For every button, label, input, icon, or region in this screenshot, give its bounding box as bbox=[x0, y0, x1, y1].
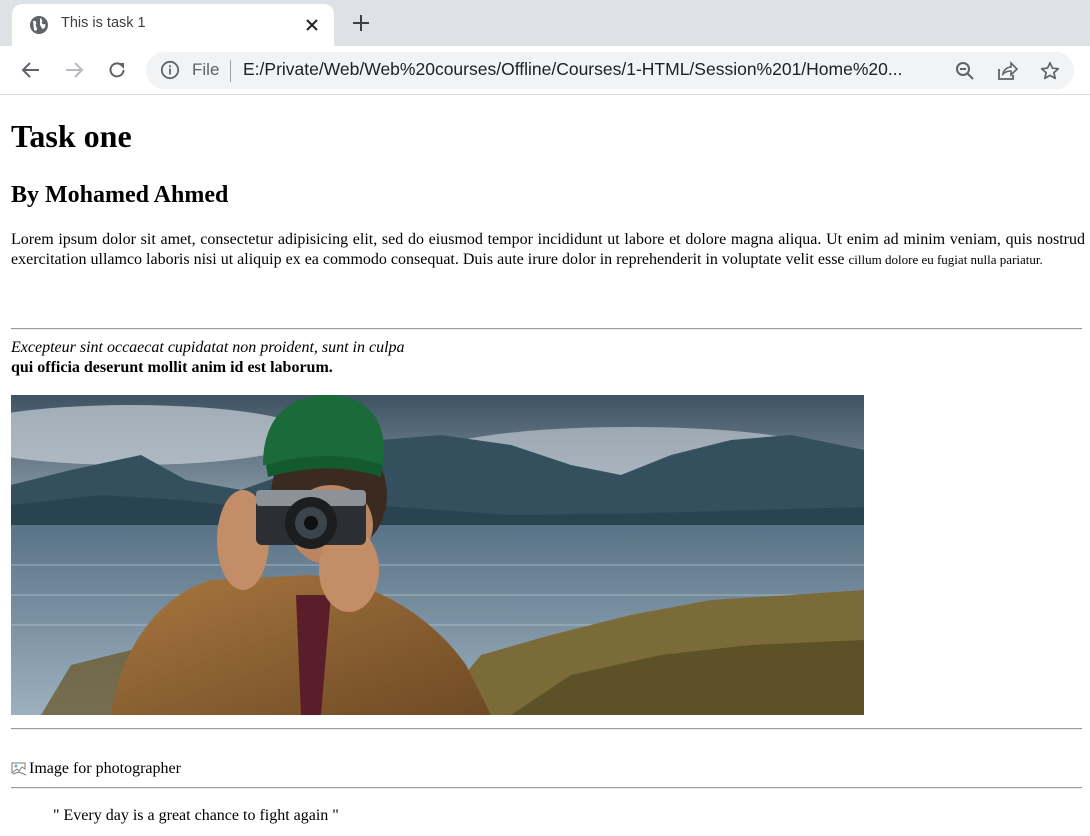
page-heading: Task one bbox=[11, 118, 132, 154]
italic-text: Excepteur sint occaecat cupidatat non pr… bbox=[11, 339, 405, 356]
broken-image: Image for photographer bbox=[11, 760, 181, 778]
share-icon[interactable] bbox=[995, 59, 1019, 83]
globe-icon bbox=[29, 15, 49, 35]
photographer-image bbox=[11, 395, 864, 715]
horizontal-rule bbox=[11, 328, 1082, 330]
url-text[interactable]: E:/Private/Web/Web%20courses/Offline/Cou… bbox=[243, 59, 939, 80]
back-icon[interactable] bbox=[19, 58, 43, 82]
horizontal-rule bbox=[11, 787, 1082, 789]
plus-icon[interactable] bbox=[349, 11, 373, 35]
horizontal-rule bbox=[11, 728, 1082, 730]
page-content: Task one By Mohamed Ahmed Lorem ipsum do… bbox=[0, 96, 1090, 836]
broken-image-icon bbox=[11, 761, 27, 777]
broken-image-alt-text: Image for photographer bbox=[29, 760, 181, 777]
info-icon[interactable] bbox=[160, 60, 182, 82]
forward-icon[interactable] bbox=[62, 58, 86, 82]
lorem-paragraph: Lorem ipsum dolor sit amet, consectetur … bbox=[11, 230, 1085, 270]
omnibox-divider bbox=[230, 60, 231, 82]
tab-title: This is task 1 bbox=[61, 15, 146, 31]
close-icon[interactable] bbox=[301, 14, 323, 36]
quote-text: " Every day is a great chance to fight a… bbox=[53, 807, 339, 824]
tab-strip: This is task 1 bbox=[0, 0, 1090, 46]
bold-text: qui officia deserunt mollit anim id est … bbox=[11, 359, 333, 376]
browser-toolbar: File E:/Private/Web/Web%20courses/Offlin… bbox=[0, 46, 1090, 95]
browser-tab[interactable]: This is task 1 bbox=[12, 4, 334, 46]
reload-icon[interactable] bbox=[105, 58, 129, 82]
page-subheading: By Mohamed Ahmed bbox=[11, 182, 229, 208]
address-bar[interactable]: File E:/Private/Web/Web%20courses/Offlin… bbox=[146, 52, 1074, 89]
scheme-label: File bbox=[192, 60, 220, 79]
star-icon[interactable] bbox=[1038, 59, 1062, 83]
paragraph-small-text: cillum dolore eu fugiat nulla pariatur. bbox=[848, 252, 1043, 267]
zoom-icon[interactable] bbox=[953, 59, 977, 83]
